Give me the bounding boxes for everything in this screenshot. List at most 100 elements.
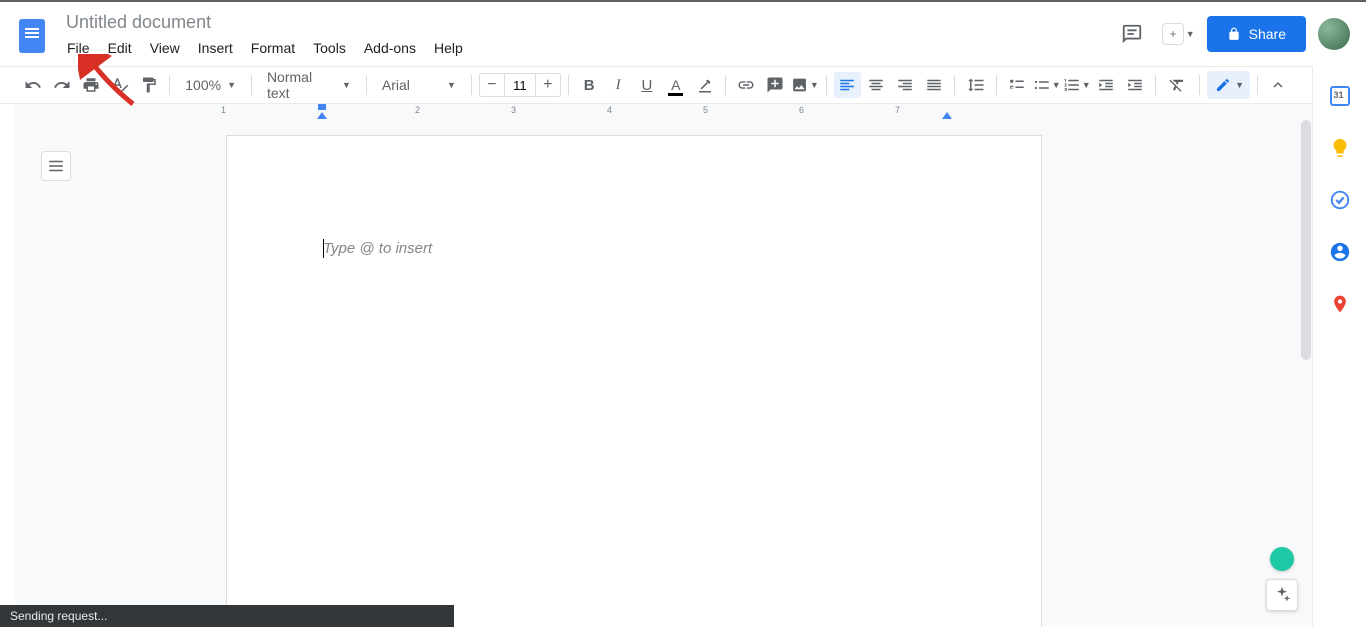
pencil-icon xyxy=(1215,77,1231,93)
horizontal-ruler[interactable]: 1 2 3 4 5 6 7 xyxy=(15,104,1312,119)
highlight-color-button[interactable] xyxy=(691,72,718,98)
chevron-down-icon: ▼ xyxy=(227,80,236,90)
bulleted-list-button[interactable]: ▼ xyxy=(1033,72,1061,98)
menu-help[interactable]: Help xyxy=(427,36,470,60)
align-right-button[interactable] xyxy=(891,72,918,98)
zoom-dropdown[interactable]: 100% ▼ xyxy=(177,72,244,98)
menu-view[interactable]: View xyxy=(143,36,187,60)
toolbar-separator xyxy=(1257,75,1258,95)
menu-insert[interactable]: Insert xyxy=(191,36,240,60)
docs-logo-icon xyxy=(19,19,45,53)
redo-button[interactable] xyxy=(49,72,76,98)
docs-home-button[interactable] xyxy=(12,10,52,62)
chevron-down-icon: ▼ xyxy=(1052,80,1061,90)
explore-icon xyxy=(1272,585,1292,605)
paint-format-button[interactable] xyxy=(135,72,162,98)
toolbar-separator xyxy=(954,75,955,95)
status-bar: Sending request... xyxy=(0,605,454,627)
present-button[interactable]: ▼ xyxy=(1162,23,1195,45)
keep-icon xyxy=(1329,137,1351,159)
clear-formatting-icon xyxy=(1168,76,1186,94)
lock-icon xyxy=(1227,27,1241,41)
text-color-icon: A xyxy=(671,77,680,93)
paint-format-icon xyxy=(140,76,158,94)
editing-mode-dropdown[interactable]: ▼ xyxy=(1207,71,1250,99)
menu-format[interactable]: Format xyxy=(244,36,302,60)
vertical-scrollbar[interactable] xyxy=(1301,120,1311,360)
toolbar-separator xyxy=(366,75,367,95)
side-app-maps[interactable] xyxy=(1328,292,1352,316)
font-size-input[interactable] xyxy=(504,74,536,96)
font-size-control: − + xyxy=(479,73,561,97)
present-icon xyxy=(1162,23,1184,45)
checklist-button[interactable] xyxy=(1004,72,1031,98)
align-center-icon xyxy=(867,76,885,94)
insert-image-button[interactable]: ▼ xyxy=(791,72,819,98)
text-color-button[interactable]: A xyxy=(662,72,689,98)
paragraph-style-dropdown[interactable]: Normal text ▼ xyxy=(259,72,359,98)
ruler-mark: 2 xyxy=(415,105,420,115)
font-family-dropdown[interactable]: Arial▼ xyxy=(374,72,464,98)
print-button[interactable] xyxy=(78,72,105,98)
align-justify-icon xyxy=(925,76,943,94)
status-message: Sending request... xyxy=(10,609,107,623)
spellcheck-button[interactable] xyxy=(107,72,134,98)
zoom-value: 100% xyxy=(185,77,221,93)
side-app-calendar[interactable] xyxy=(1328,84,1352,108)
collapse-toolbar-button[interactable] xyxy=(1265,72,1292,98)
side-app-contacts[interactable] xyxy=(1328,240,1352,264)
ruler-mark: 4 xyxy=(607,105,612,115)
account-avatar[interactable] xyxy=(1318,18,1350,50)
font-size-decrease-button[interactable]: − xyxy=(480,74,504,96)
toolbar: 100%▼ Normal text▼ Arial▼ − + B I U A ▼ … xyxy=(0,66,1312,104)
toolbar-separator xyxy=(725,75,726,95)
align-left-button[interactable] xyxy=(834,72,861,98)
align-justify-button[interactable] xyxy=(920,72,947,98)
numbered-list-button[interactable]: ▼ xyxy=(1063,72,1091,98)
decrease-indent-button[interactable] xyxy=(1093,72,1120,98)
link-icon xyxy=(737,76,755,94)
open-comments-button[interactable] xyxy=(1114,16,1150,52)
undo-button[interactable] xyxy=(20,72,47,98)
line-spacing-button[interactable] xyxy=(962,72,989,98)
italic-button[interactable]: I xyxy=(605,72,632,98)
font-size-increase-button[interactable]: + xyxy=(536,74,560,96)
undo-icon xyxy=(24,76,42,94)
underline-button[interactable]: U xyxy=(634,72,661,98)
align-center-button[interactable] xyxy=(863,72,890,98)
explore-button[interactable] xyxy=(1266,579,1298,611)
bold-button[interactable]: B xyxy=(576,72,603,98)
menu-add-ons[interactable]: Add-ons xyxy=(357,36,423,60)
chevron-down-icon: ▼ xyxy=(342,80,351,90)
insert-link-button[interactable] xyxy=(733,72,760,98)
ruler-mark: 3 xyxy=(511,105,516,115)
contacts-icon xyxy=(1329,241,1351,263)
add-comment-icon xyxy=(766,76,784,94)
increase-indent-button[interactable] xyxy=(1121,72,1148,98)
numbered-list-icon xyxy=(1063,76,1081,94)
toolbar-separator xyxy=(1155,75,1156,95)
outline-icon xyxy=(47,157,65,175)
side-app-tasks[interactable] xyxy=(1328,188,1352,212)
ruler-mark: 7 xyxy=(895,105,900,115)
show-outline-button[interactable] xyxy=(41,151,71,181)
toolbar-separator xyxy=(471,75,472,95)
chevron-down-icon: ▼ xyxy=(1235,80,1244,90)
menu-file[interactable]: File xyxy=(60,36,97,60)
style-value: Normal text xyxy=(267,69,336,101)
document-page[interactable]: Type @ to insert xyxy=(226,135,1042,627)
side-app-keep[interactable] xyxy=(1328,136,1352,160)
toolbar-separator xyxy=(568,75,569,95)
share-button[interactable]: Share xyxy=(1207,16,1306,52)
header-right: ▼ Share xyxy=(1114,16,1350,52)
activity-badge[interactable] xyxy=(1270,547,1294,571)
redo-icon xyxy=(53,76,71,94)
bold-icon: B xyxy=(584,77,595,94)
checklist-icon xyxy=(1008,76,1026,94)
clear-formatting-button[interactable] xyxy=(1163,72,1190,98)
menu-tools[interactable]: Tools xyxy=(306,36,353,60)
menu-edit[interactable]: Edit xyxy=(101,36,139,60)
increase-indent-icon xyxy=(1126,76,1144,94)
add-comment-button[interactable] xyxy=(762,72,789,98)
toolbar-separator xyxy=(996,75,997,95)
